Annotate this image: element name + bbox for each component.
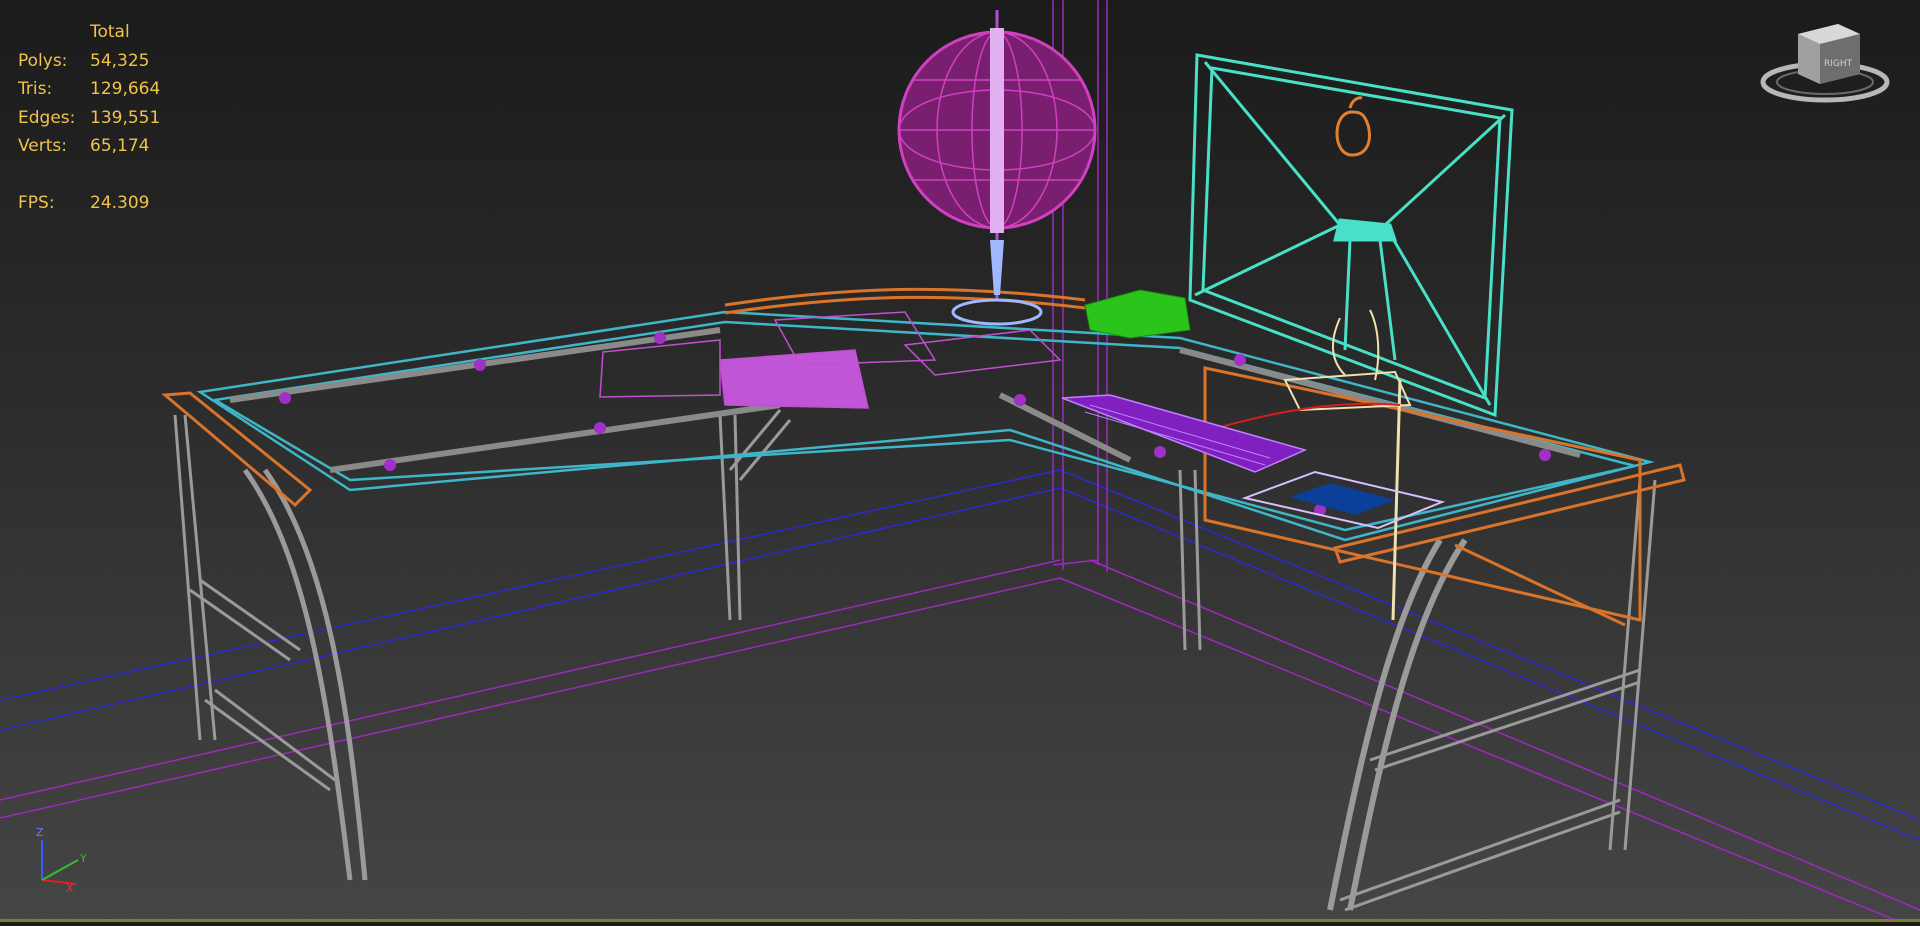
stat-value: 139,551 [90, 107, 161, 128]
stat-row-edges: Edges: 139,551 [18, 104, 160, 133]
fps-label: FPS: [18, 193, 55, 213]
stat-row-tris: Tris: 129,664 [18, 75, 160, 104]
viewcube-icon[interactable]: RIGHT [1760, 12, 1890, 108]
stat-row-verts: Verts: 65,174 [18, 132, 160, 161]
fps-value: 24.309 [90, 193, 150, 213]
stat-row-fps: FPS: 24.309 [18, 189, 160, 218]
axis-tripod-icon: Z X Y [26, 820, 96, 895]
stat-row-polys: Polys: 54,325 [18, 47, 160, 76]
desk-phone [1084, 289, 1191, 339]
stat-value: 65,174 [90, 136, 150, 156]
axis-y-label: Y [79, 852, 87, 865]
monitor-stand [1283, 309, 1412, 621]
stat-value: 54,325 [90, 50, 150, 71]
stat-label: Tris: [18, 79, 53, 99]
viewport-3d[interactable] [0, 0, 1920, 923]
stats-header: Total [90, 22, 130, 42]
viewport-statistics: Total Polys: 54,325 Tris: 129,664 Edges:… [18, 18, 160, 218]
stat-label: Polys: [18, 50, 68, 71]
axis-z-label: Z [36, 826, 44, 839]
stat-value: 129,664 [90, 79, 161, 99]
wireframe-scene [0, 0, 1920, 923]
axis-x-label: X [66, 882, 74, 892]
globe [897, 10, 1097, 326]
stat-label: Edges: [18, 107, 76, 128]
glass-clips [279, 332, 1551, 516]
desk-frame [161, 287, 1686, 627]
apple-logo-icon [1335, 96, 1371, 157]
stat-label: Verts: [18, 136, 68, 156]
viewcube-face-label: RIGHT [1824, 59, 1853, 69]
mouse-pad [1241, 470, 1446, 530]
